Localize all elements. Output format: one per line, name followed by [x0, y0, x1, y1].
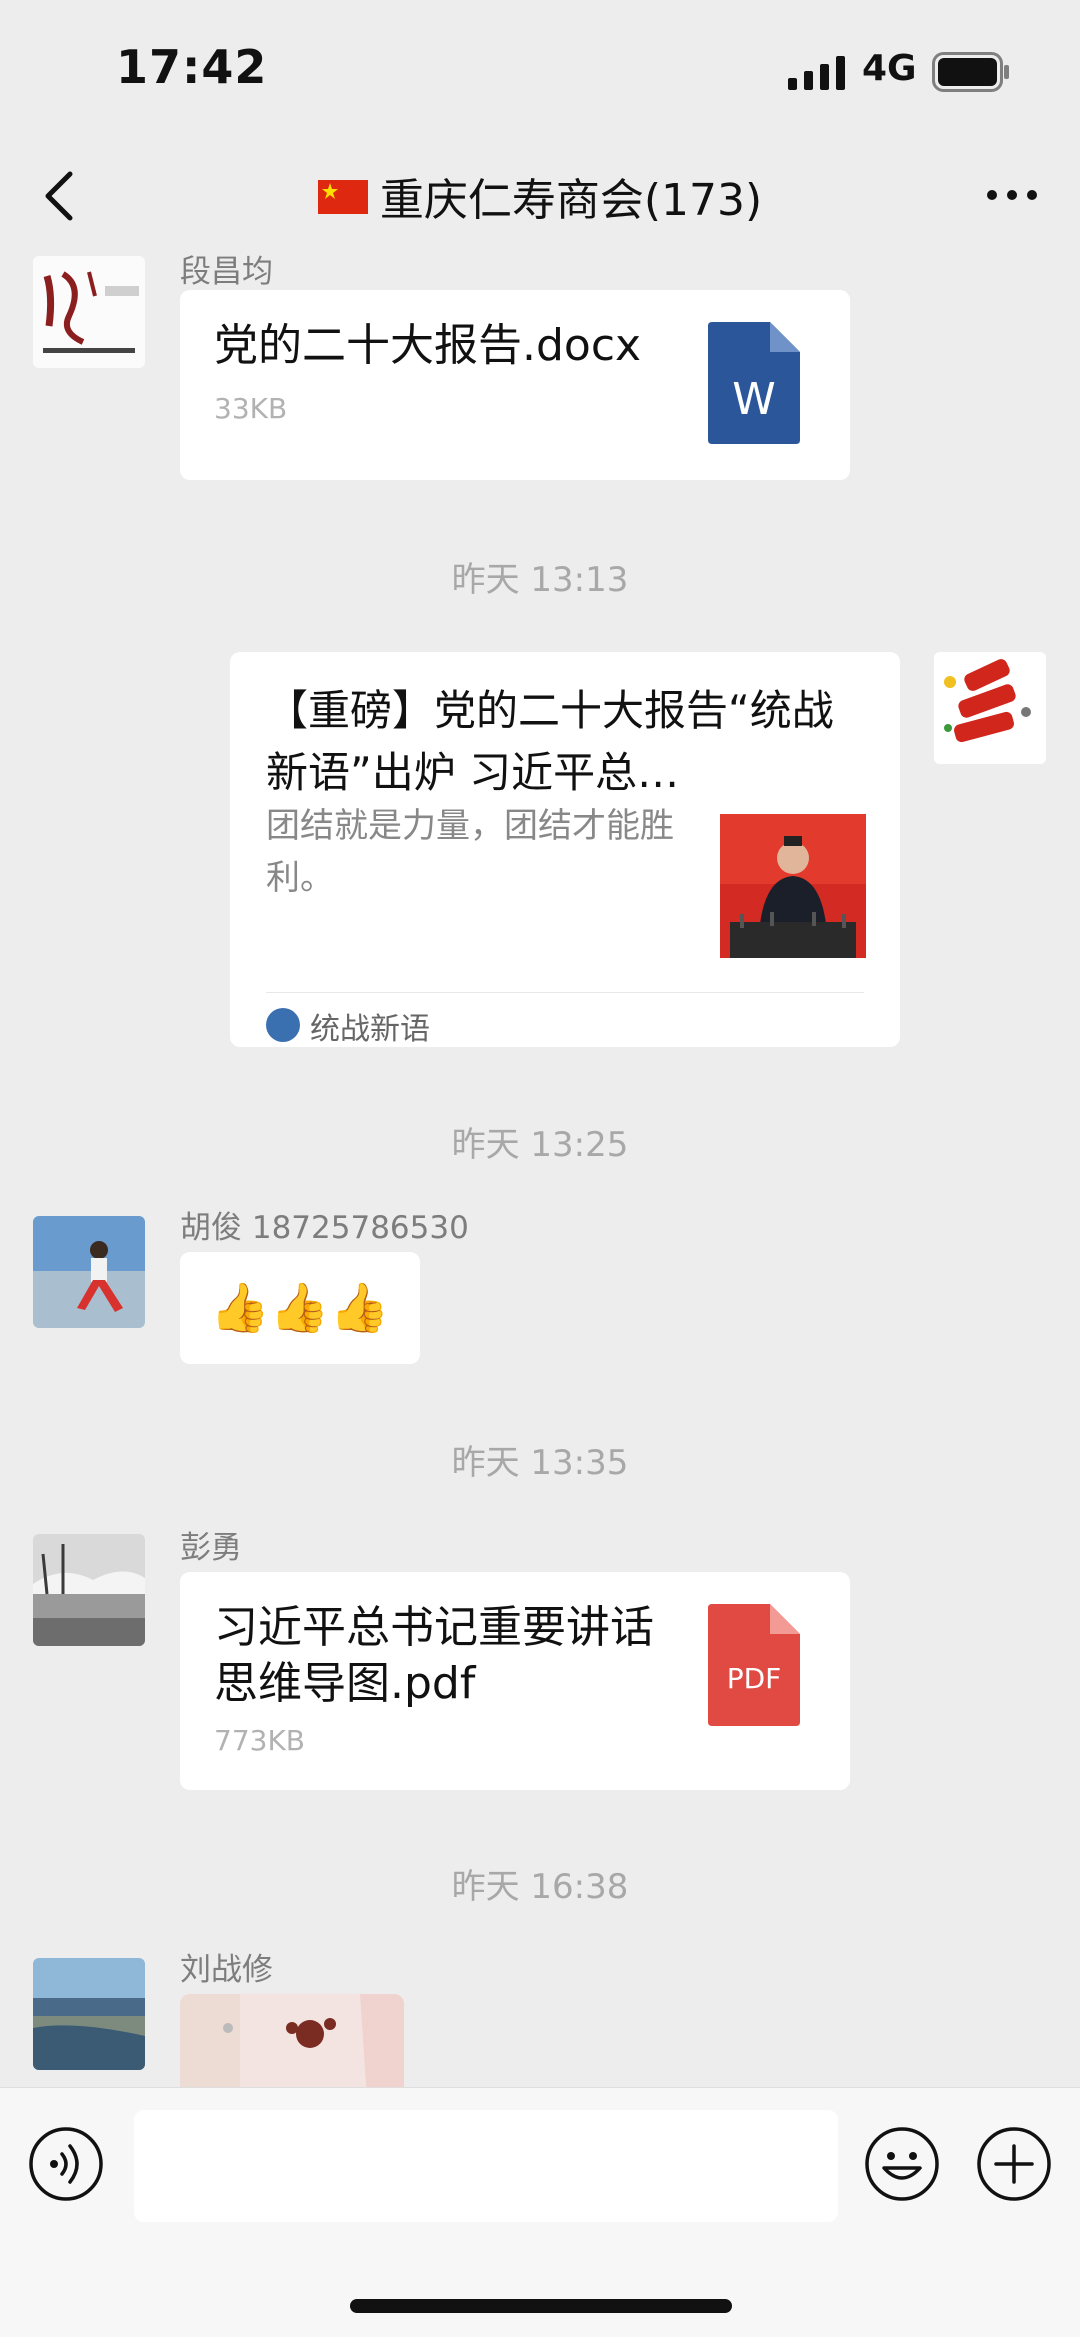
file-name: 习近平总书记重要讲话思维导图.pdf [214, 1602, 654, 1709]
china-flag-icon [317, 180, 368, 214]
avatar[interactable] [33, 1216, 145, 1328]
timestamp: 昨天 13:35 [451, 1443, 629, 1483]
word-file-icon: W [708, 322, 800, 444]
chat-screen: 17:42 4G 重庆仁寿商会(173) 段昌均 党的二十大报告.docx 33… [0, 0, 1080, 2337]
battery-icon [932, 52, 1009, 92]
source-logo-icon [266, 1008, 300, 1042]
article-divider [266, 992, 864, 993]
home-indicator [350, 2299, 732, 2313]
avatar[interactable] [33, 256, 145, 368]
message-text: 👍👍👍 [210, 1280, 390, 1336]
network-label: 4G [862, 48, 917, 89]
status-time: 17:42 [116, 40, 268, 94]
article-thumbnail [720, 814, 866, 958]
voice-icon[interactable] [28, 2126, 104, 2202]
nav-bar: 重庆仁寿商会(173) [0, 140, 1080, 252]
article-card[interactable]: 【重磅】党的二十大报告“统战新语”出炉 习近平总… 团结就是力量，团结才能胜利。 [230, 652, 900, 1047]
sender-name: 胡俊 18725786530 [180, 1210, 469, 1246]
text-message-bubble[interactable]: 👍👍👍 [180, 1252, 420, 1364]
avatar[interactable] [33, 1958, 145, 2070]
message-item: 胡俊 18725786530 👍👍👍 [0, 1202, 1080, 1422]
svg-text:W: W [732, 374, 776, 425]
avatar[interactable] [33, 1534, 145, 1646]
article-source: 统战新语 [310, 1012, 430, 1047]
status-bar: 17:42 4G [0, 0, 1080, 140]
chat-message-list[interactable]: 段昌均 党的二十大报告.docx 33KB W 昨天 13:13 【重磅】党的二… [0, 252, 1080, 2087]
message-item: 段昌均 党的二十大报告.docx 33KB W [0, 252, 1080, 492]
file-message-bubble[interactable]: 党的二十大报告.docx 33KB W [180, 290, 850, 480]
more-icon[interactable] [984, 180, 1040, 210]
chat-title: 重庆仁寿商会(173) [379, 175, 763, 226]
input-bar [0, 2087, 1080, 2337]
timestamp: 昨天 13:13 [451, 560, 629, 600]
pdf-file-icon: PDF [708, 1604, 800, 1726]
message-item: 彭勇 习近平总书记重要讲话思维导图.pdf 773KB PDF [0, 1522, 1080, 1802]
signal-icon [788, 56, 845, 90]
message-item: 刘战修 [0, 1944, 1080, 2087]
plus-icon[interactable] [976, 2126, 1052, 2202]
sender-name: 段昌均 [180, 254, 273, 290]
timestamp: 昨天 13:25 [451, 1125, 629, 1165]
file-size: 33KB [214, 392, 288, 425]
message-input[interactable] [134, 2110, 838, 2222]
article-title: 【重磅】党的二十大报告“统战新语”出炉 习近平总… [266, 686, 834, 797]
image-message[interactable] [180, 1994, 404, 2087]
chat-title-row[interactable]: 重庆仁寿商会(173) [0, 164, 1080, 228]
emoji-icon[interactable] [864, 2126, 940, 2202]
article-description: 团结就是力量，团结才能胜利。 [266, 806, 674, 898]
file-size: 773KB [214, 1724, 306, 1757]
message-item: 【重磅】党的二十大报告“统战新语”出炉 习近平总… 团结就是力量，团结才能胜利。 [0, 652, 1080, 1052]
timestamp: 昨天 16:38 [451, 1867, 629, 1907]
sender-name: 彭勇 [180, 1530, 242, 1566]
self-avatar[interactable] [934, 652, 1046, 764]
file-message-bubble[interactable]: 习近平总书记重要讲话思维导图.pdf 773KB PDF [180, 1572, 850, 1790]
svg-text:PDF: PDF [727, 1662, 782, 1695]
file-name: 党的二十大报告.docx [214, 320, 642, 371]
sender-name: 刘战修 [180, 1952, 273, 1988]
